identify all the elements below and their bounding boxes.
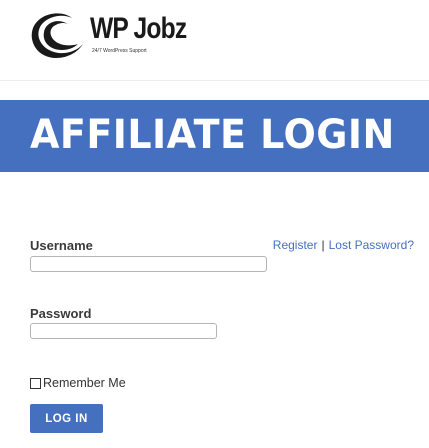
remember-me-checkbox[interactable] bbox=[30, 377, 41, 389]
site-header: WP Jobz 24/7 WordPress Support bbox=[0, 0, 429, 81]
password-label: Password bbox=[30, 306, 92, 321]
account-links: Register | Lost Password? bbox=[273, 238, 414, 252]
links-separator: | bbox=[321, 238, 325, 252]
login-page: WP Jobz 24/7 WordPress Support AFFILIATE… bbox=[0, 0, 429, 448]
logo-tagline: 24/7 WordPress Support bbox=[92, 48, 147, 54]
password-input[interactable] bbox=[30, 323, 217, 339]
remember-me-label: Remember Me bbox=[43, 376, 126, 390]
logo-name: WP Jobz bbox=[90, 12, 187, 45]
page-banner: AFFILIATE LOGIN bbox=[0, 100, 429, 172]
login-button[interactable]: LOG IN bbox=[30, 404, 103, 433]
remember-me[interactable]: Remember Me bbox=[30, 375, 126, 391]
lost-password-link[interactable]: Lost Password? bbox=[329, 238, 414, 252]
register-link[interactable]: Register bbox=[273, 238, 318, 252]
username-label: Username bbox=[30, 238, 93, 253]
site-logo[interactable]: WP Jobz 24/7 WordPress Support bbox=[28, 8, 208, 62]
crescent-swoosh-icon bbox=[31, 13, 84, 59]
page-title: AFFILIATE LOGIN bbox=[30, 112, 395, 158]
username-input[interactable] bbox=[30, 256, 267, 272]
